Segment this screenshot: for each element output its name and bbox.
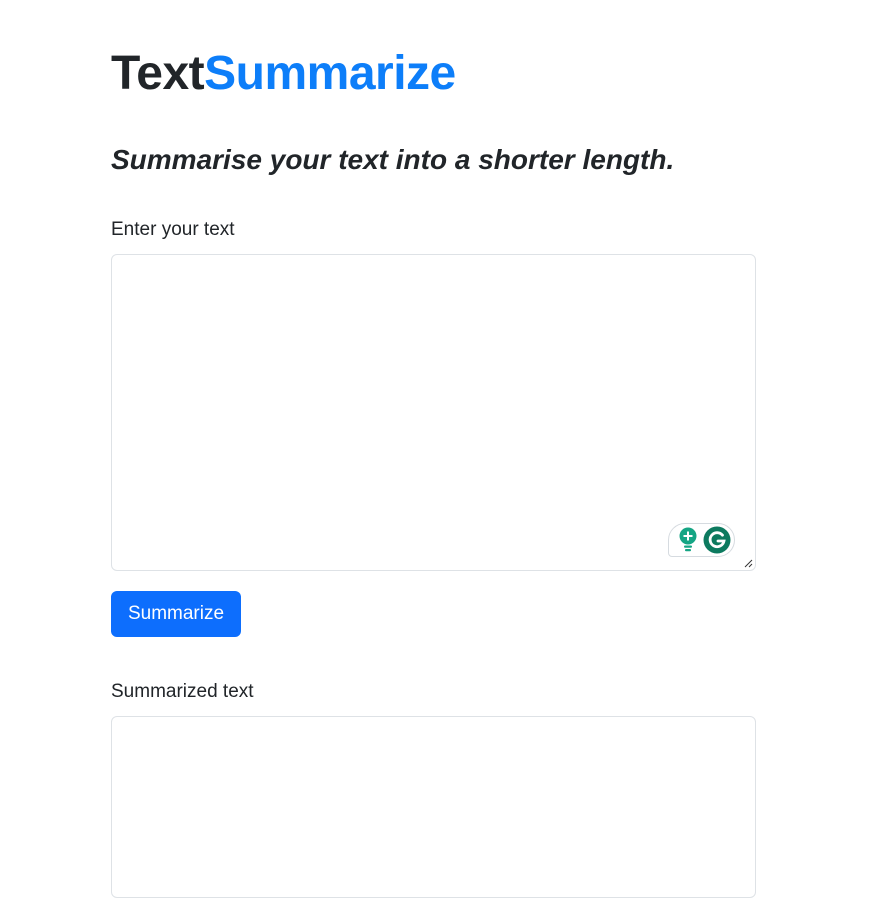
grammarly-widget[interactable] bbox=[668, 523, 735, 557]
page-title: TextSummarize bbox=[111, 44, 456, 104]
lightbulb-icon[interactable] bbox=[677, 527, 699, 553]
summarized-output-textarea[interactable] bbox=[112, 717, 755, 897]
brand-summarize-part: Summarize bbox=[204, 47, 456, 100]
input-textarea-container bbox=[111, 254, 756, 571]
summarize-button[interactable]: Summarize bbox=[111, 591, 241, 637]
input-textarea[interactable] bbox=[112, 255, 755, 570]
input-label: Enter your text bbox=[111, 219, 235, 240]
resize-handle-icon[interactable] bbox=[743, 558, 753, 568]
brand-text-part: Text bbox=[111, 47, 205, 100]
grammarly-g-icon[interactable] bbox=[703, 526, 731, 554]
output-textarea-container bbox=[111, 716, 756, 898]
output-label: Summarized text bbox=[111, 681, 254, 702]
tagline: Summarise your text into a shorter lengt… bbox=[111, 144, 675, 175]
